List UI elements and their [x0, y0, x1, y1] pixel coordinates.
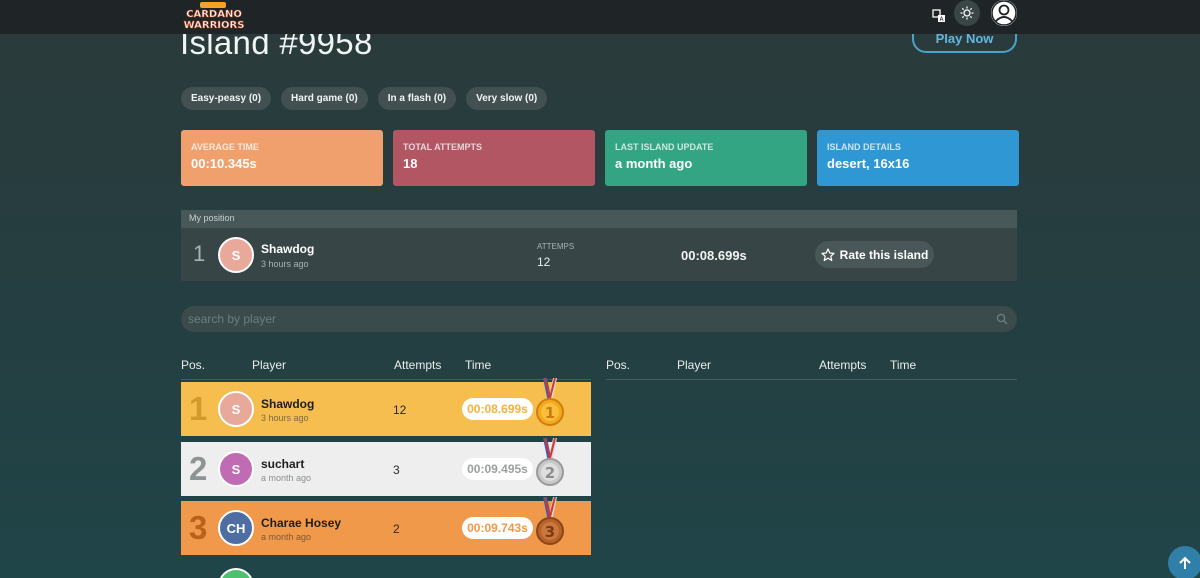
bronze-medal-icon: 3	[536, 497, 564, 545]
star-icon	[821, 247, 835, 261]
leaderboard-row[interactable]: 3 CH Charae Hosey a month ago 2 00:09.74…	[181, 497, 591, 555]
svg-text:WARRIORS: WARRIORS	[184, 20, 245, 31]
search-bar	[181, 306, 1017, 332]
player-time-ago: a month ago	[261, 532, 312, 542]
leaderboard-header-right: Pos. Player Attempts Time	[606, 358, 1017, 380]
player-name[interactable]: suchart	[261, 457, 304, 471]
stat-value: desert, 16x16	[827, 156, 910, 171]
row-attempts: 2	[393, 522, 400, 536]
attempts-value: 12	[537, 255, 551, 269]
gold-medal-icon: 1	[536, 378, 564, 426]
cardano-warriors-logo[interactable]: CARDANO WARRIORS	[182, 2, 246, 32]
player-name[interactable]: Charae Hosey	[261, 516, 341, 530]
row-rank: 2	[189, 450, 208, 487]
my-best-time: 00:08.699s	[681, 248, 747, 263]
stat-label: ISLAND DETAILS	[827, 142, 901, 152]
next-row-avatar	[218, 568, 254, 578]
col-pos: Pos.	[181, 358, 206, 372]
rate-island-button[interactable]: Rate this island	[815, 241, 934, 268]
tag-very-slow[interactable]: Very slow (0)	[466, 87, 548, 110]
my-position-header: My position	[181, 210, 1017, 228]
col-time: Time	[465, 358, 492, 372]
my-position-rank: 1	[193, 241, 206, 266]
search-input[interactable]	[188, 311, 978, 327]
svg-text:2: 2	[545, 464, 555, 482]
row-attempts: 3	[393, 463, 400, 477]
col-time: Time	[890, 358, 917, 372]
tag-easy-peasy[interactable]: Easy-peasy (0)	[181, 87, 272, 110]
island-stats: AVERAGE TIME 00:10.345s TOTAL ATTEMPTS 1…	[181, 130, 1019, 186]
stat-label: AVERAGE TIME	[191, 142, 259, 152]
player-time-ago: a month ago	[261, 473, 312, 483]
col-attempts: Attempts	[819, 358, 867, 372]
my-position-row: 1 S Shawdog 3 hours ago ATTEMPS 12 00:08…	[181, 228, 1017, 281]
leaderboard-row[interactable]: 2 S suchart a month ago 3 00:09.495s 2	[181, 438, 591, 496]
row-attempts: 12	[393, 403, 407, 417]
top-navigation-bar: CARDANO WARRIORS A	[0, 0, 1200, 34]
attempts-label: ATTEMPS	[537, 242, 575, 251]
svg-text:1: 1	[545, 404, 555, 422]
row-time: 00:09.743s	[462, 517, 533, 539]
row-rank: 3	[189, 509, 208, 546]
stat-value: 00:10.345s	[191, 156, 257, 171]
user-icon[interactable]	[989, 0, 1019, 28]
stat-value: a month ago	[615, 156, 693, 171]
stat-last-island-update: LAST ISLAND UPDATE a month ago	[605, 130, 807, 186]
row-rank: 1	[189, 390, 208, 427]
col-attempts: Attempts	[394, 358, 442, 372]
player-name[interactable]: Shawdog	[261, 242, 314, 256]
svg-text:3: 3	[545, 523, 555, 541]
row-time: 00:09.495s	[462, 458, 533, 480]
row-time: 00:08.699s	[462, 398, 533, 420]
stat-total-attempts: TOTAL ATTEMPTS 18	[393, 130, 595, 186]
svg-text:CARDANO: CARDANO	[186, 9, 242, 20]
player-time-ago: 3 hours ago	[261, 413, 309, 423]
rate-island-label: Rate this island	[839, 247, 929, 262]
leaderboard-row[interactable]: 1 S Shawdog 3 hours ago 12 00:08.699s 1	[181, 378, 591, 436]
tag-hard-game[interactable]: Hard game (0)	[281, 87, 368, 110]
avatar[interactable]: S	[218, 451, 254, 487]
avatar[interactable]: S	[218, 237, 254, 273]
avatar[interactable]: S	[218, 391, 254, 427]
col-player: Player	[252, 358, 287, 372]
island-tags: Easy-peasy (0) Hard game (0) In a flash …	[181, 87, 548, 110]
search-icon[interactable]	[996, 313, 1008, 325]
stat-label: LAST ISLAND UPDATE	[615, 142, 714, 152]
scroll-to-top-button[interactable]	[1168, 546, 1200, 578]
col-player: Player	[677, 358, 712, 372]
leaderboard-header-left: Pos. Player Attempts Time	[181, 358, 591, 380]
player-time-ago: 3 hours ago	[261, 259, 309, 269]
sun-icon[interactable]	[954, 0, 980, 26]
stat-average-time: AVERAGE TIME 00:10.345s	[181, 130, 383, 186]
player-name[interactable]: Shawdog	[261, 397, 314, 411]
col-pos: Pos.	[606, 358, 631, 372]
silver-medal-icon: 2	[536, 438, 564, 486]
tag-in-a-flash[interactable]: In a flash (0)	[377, 87, 457, 110]
stat-island-details: ISLAND DETAILS desert, 16x16	[817, 130, 1019, 186]
stat-label: TOTAL ATTEMPTS	[403, 142, 482, 152]
arrow-up-icon	[1179, 556, 1191, 569]
translate-icon[interactable]: A	[928, 5, 950, 27]
stat-value: 18	[403, 156, 418, 171]
avatar[interactable]: CH	[218, 510, 254, 546]
